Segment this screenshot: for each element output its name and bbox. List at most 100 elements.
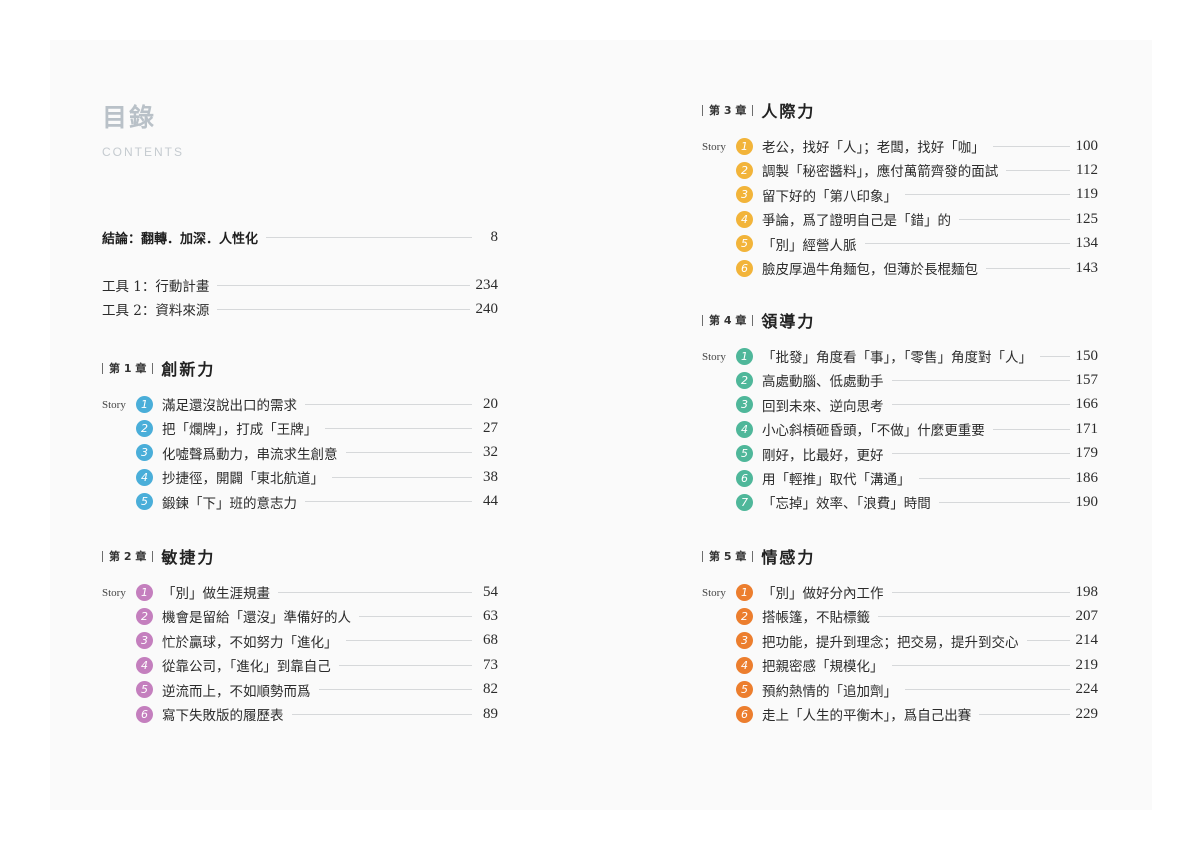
toc-entry[interactable]: 5 剛好，比最好，更好 179 [736,443,1098,465]
toc-entry[interactable]: 2 搭帳篷，不貼標籤 207 [736,605,1098,627]
chapter-number: 第 1 章 [109,362,147,375]
story-number-badge: 2 [136,607,153,625]
toc-entry[interactable]: 6 臉皮厚過牛角麵包，但薄於長棍麵包 143 [736,257,1098,279]
toc-entry[interactable]: 6 用「輕推」取代「溝通」 186 [736,467,1098,489]
toc-entry[interactable]: 3 把功能，提升到理念；把交易，提升到交心 214 [736,630,1098,652]
entry-page: 119 [1076,186,1098,203]
entry-title: 預約熱情的「追加劑」 [762,683,897,700]
entry-page: 68 [483,632,498,649]
story-number-badge: 2 [136,419,153,437]
story-number-badge: 1 [136,583,153,601]
toc-entry[interactable]: 2 調製「秘密醬料」，應付萬箭齊發的面試 112 [736,159,1098,181]
entry-page: 54 [483,583,498,600]
page-subtitle: CONTENTS [102,145,184,159]
separator-bar [702,550,703,562]
page-title: 目錄 [102,103,157,132]
toc-entry-conclusion[interactable]: 結論：翻轉．加深．人性化 8 [102,226,498,248]
entry-title: 工具 2：資料來源 [102,303,210,319]
leader-line [325,427,472,429]
leader-line [345,452,472,454]
toc-entry[interactable]: 1 「別」做好分內工作 198 [736,581,1098,603]
entry-title: 留下好的「第八印象」 [762,188,897,205]
entry-page: 157 [1075,371,1099,388]
toc-entry[interactable]: 4 爭論，爲了證明自己是「錯」的 125 [736,208,1098,230]
toc-entry[interactable]: 7 「忘掉」效率、「浪費」時間 190 [736,491,1098,513]
story-number-badge: 5 [136,493,153,511]
toc-entry[interactable]: 6 寫下失敗版的履歷表 89 [136,703,498,725]
toc-entry[interactable]: 2 高處動腦、低處動手 157 [736,369,1098,391]
entry-title: 臉皮厚過牛角麵包，但薄於長棍麵包 [762,262,978,278]
entry-page: 143 [1075,259,1099,276]
leader-line [1006,169,1071,171]
entry-title: 「別」做生涯規畫 [162,586,270,602]
entry-title: 「別」做好分內工作 [762,586,884,602]
entry-title: 搭帳篷，不貼標籤 [762,610,870,627]
story-number-badge: 5 [736,681,753,699]
toc-entry[interactable]: 1 「別」做生涯規畫 54 [136,581,498,603]
toc-entry[interactable]: 1 老公，找好「人」；老闆，找好「咖」 100 [736,135,1098,157]
toc-entry[interactable]: 4 抄捷徑，開闢「東北航道」 38 [136,466,498,488]
entry-title: 爭論，爲了證明自己是「錯」的 [762,213,951,230]
story-number-badge: 3 [736,396,753,414]
toc-entry[interactable]: 2 把「爛牌」，打成「王牌」 27 [136,417,498,439]
entry-page: 100 [1075,137,1099,154]
leader-line [992,428,1070,430]
story-number-badge: 4 [736,420,753,438]
toc-entry[interactable]: 3 回到未來、逆向思考 166 [736,394,1098,416]
toc-entry-tool-2[interactable]: 工具 2：資料來源 240 [102,298,498,320]
separator-bar [152,550,154,562]
toc-entry[interactable]: 4 小心斜槓砸昏頭，「不做」什麼更重要 171 [736,418,1098,440]
leader-line [959,218,1070,220]
chapter-heading[interactable]: 第 3 章 人際力 [702,98,815,122]
entry-page: 166 [1075,396,1099,413]
story-number-badge: 1 [136,395,153,413]
chapter-heading[interactable]: 第 4 章 領導力 [702,308,815,332]
entry-page: 219 [1075,656,1099,673]
separator-bar [152,362,154,374]
leader-line [938,501,1070,503]
entry-page: 73 [483,656,498,673]
story-label: Story [102,399,126,411]
story-number-badge: 2 [736,607,753,625]
toc-entry-tool-1[interactable]: 工具 1：行動計畫 234 [102,274,498,296]
toc-entry[interactable]: 1 「批發」角度看「事」，「零售」角度對「人」 150 [736,345,1098,367]
chapter-heading[interactable]: 第 5 章 情感力 [702,544,815,568]
entry-title: 回到未來、逆向思考 [762,398,884,415]
toc-entry[interactable]: 1 滿足還沒說出口的需求 20 [136,393,498,415]
story-number-badge: 6 [136,705,153,723]
toc-entry[interactable]: 3 化噓聲爲動力，串流求生創意 32 [136,442,498,464]
toc-entry[interactable]: 6 走上「人生的平衡木」，爲自己出賽 229 [736,703,1098,725]
separator-bar [102,550,103,562]
leader-line [905,194,1071,196]
toc-entry[interactable]: 5 「別」經營人脈 134 [736,233,1098,255]
leader-line [905,689,1070,691]
entry-title: 把功能，提升到理念；把交易，提升到交心 [762,634,1019,651]
entry-title: 鍛鍊「下」班的意志力 [162,495,297,512]
entry-title: 小心斜槓砸昏頭，「不做」什麼更重要 [762,423,985,440]
story-number-badge: 3 [736,632,753,650]
entry-page: 179 [1075,445,1099,462]
separator-bar [752,104,754,116]
entry-page: 44 [483,493,498,510]
leader-line [891,453,1070,455]
toc-entry[interactable]: 2 機會是留給「還沒」準備好的人 63 [136,605,498,627]
story-number-badge: 6 [736,469,753,487]
story-number-badge: 3 [736,186,753,204]
toc-entry[interactable]: 3 留下好的「第八印象」 119 [736,184,1098,206]
toc-entry[interactable]: 5 鍛鍊「下」班的意志力 44 [136,491,498,513]
leader-line [291,713,472,715]
toc-entry[interactable]: 5 逆流而上，不如順勢而爲 82 [136,679,498,701]
toc-entry[interactable]: 3 忙於贏球，不如努力「進化」 68 [136,630,498,652]
chapter-heading[interactable]: 第 2 章 敏捷力 [102,544,215,568]
toc-entry[interactable]: 5 預約熱情的「追加劑」 224 [736,679,1098,701]
toc-entry[interactable]: 4 從靠公司，「進化」到靠自己 73 [136,654,498,676]
story-label: Story [102,587,126,599]
story-number-badge: 4 [136,468,153,486]
entry-title: 忙於贏球，不如努力「進化」 [162,634,338,651]
toc-entry[interactable]: 4 把親密感「規模化」 219 [736,654,1098,676]
chapter-heading[interactable]: 第 1 章 創新力 [102,356,215,380]
separator-bar [102,362,103,374]
entry-title: 走上「人生的平衡木」，爲自己出賽 [762,708,972,724]
leader-line [891,591,1070,593]
story-label: Story [702,351,726,363]
